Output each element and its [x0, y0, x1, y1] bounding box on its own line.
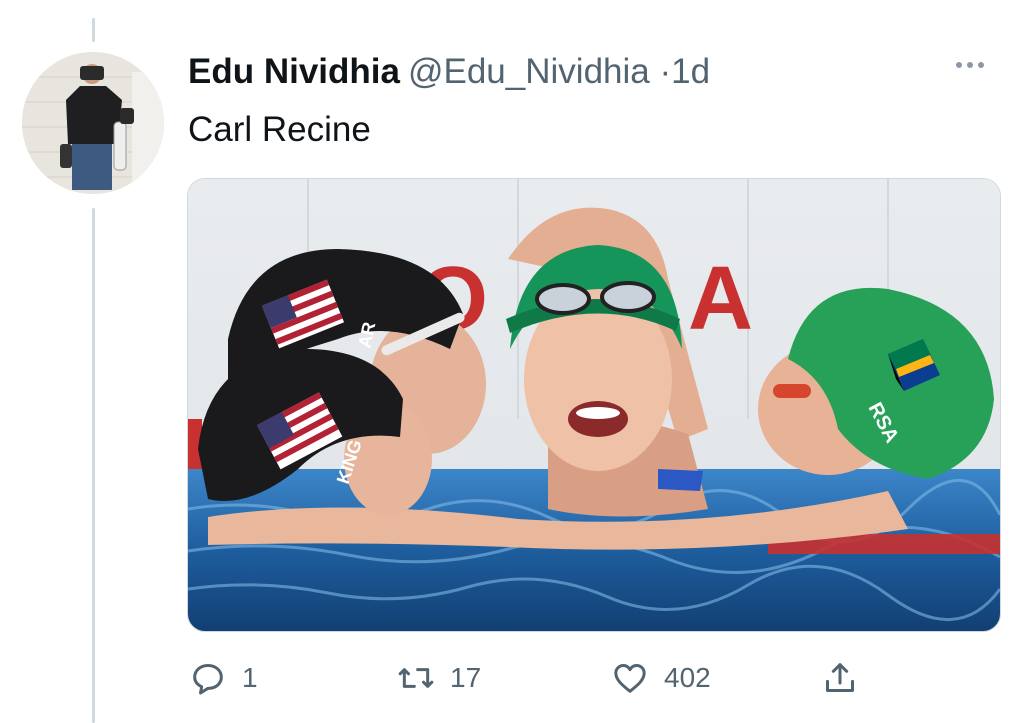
- background-letter: A: [688, 249, 753, 349]
- tweet-timestamp[interactable]: 1d: [671, 52, 710, 91]
- thread-line: [92, 208, 95, 723]
- more-dot: [978, 62, 984, 68]
- share-button[interactable]: [820, 650, 860, 706]
- like-button[interactable]: 402: [610, 650, 711, 706]
- share-upload-icon: [826, 663, 854, 692]
- reply-bubble-icon: [193, 664, 223, 695]
- author-display-name[interactable]: Edu Nividhia: [188, 52, 400, 91]
- more-options-icon[interactable]: [956, 62, 984, 68]
- reply-count: 1: [242, 662, 258, 693]
- avatar[interactable]: [22, 52, 164, 194]
- tweet-photo[interactable]: O A: [187, 178, 1001, 632]
- reply-button[interactable]: 1: [188, 650, 258, 706]
- heart-icon: [614, 664, 646, 693]
- retweet-button[interactable]: 17: [396, 650, 481, 706]
- retweet-icon: [398, 668, 434, 688]
- author-handle[interactable]: @Edu_Nividhia: [408, 52, 650, 91]
- thread-line-top: [92, 18, 95, 42]
- tweet[interactable]: Edu Nividhia @Edu_Nividhia ·1d Carl Recin…: [0, 0, 1024, 723]
- tweet-header: Edu Nividhia @Edu_Nividhia ·1d: [188, 50, 710, 94]
- more-dot: [956, 62, 962, 68]
- tweet-actions: 1 17 402: [188, 650, 878, 710]
- separator-dot: ·: [659, 52, 672, 91]
- like-count: 402: [664, 662, 711, 693]
- tweet-text: Carl Recine: [188, 110, 371, 149]
- more-dot: [967, 62, 973, 68]
- retweet-count: 17: [450, 662, 482, 693]
